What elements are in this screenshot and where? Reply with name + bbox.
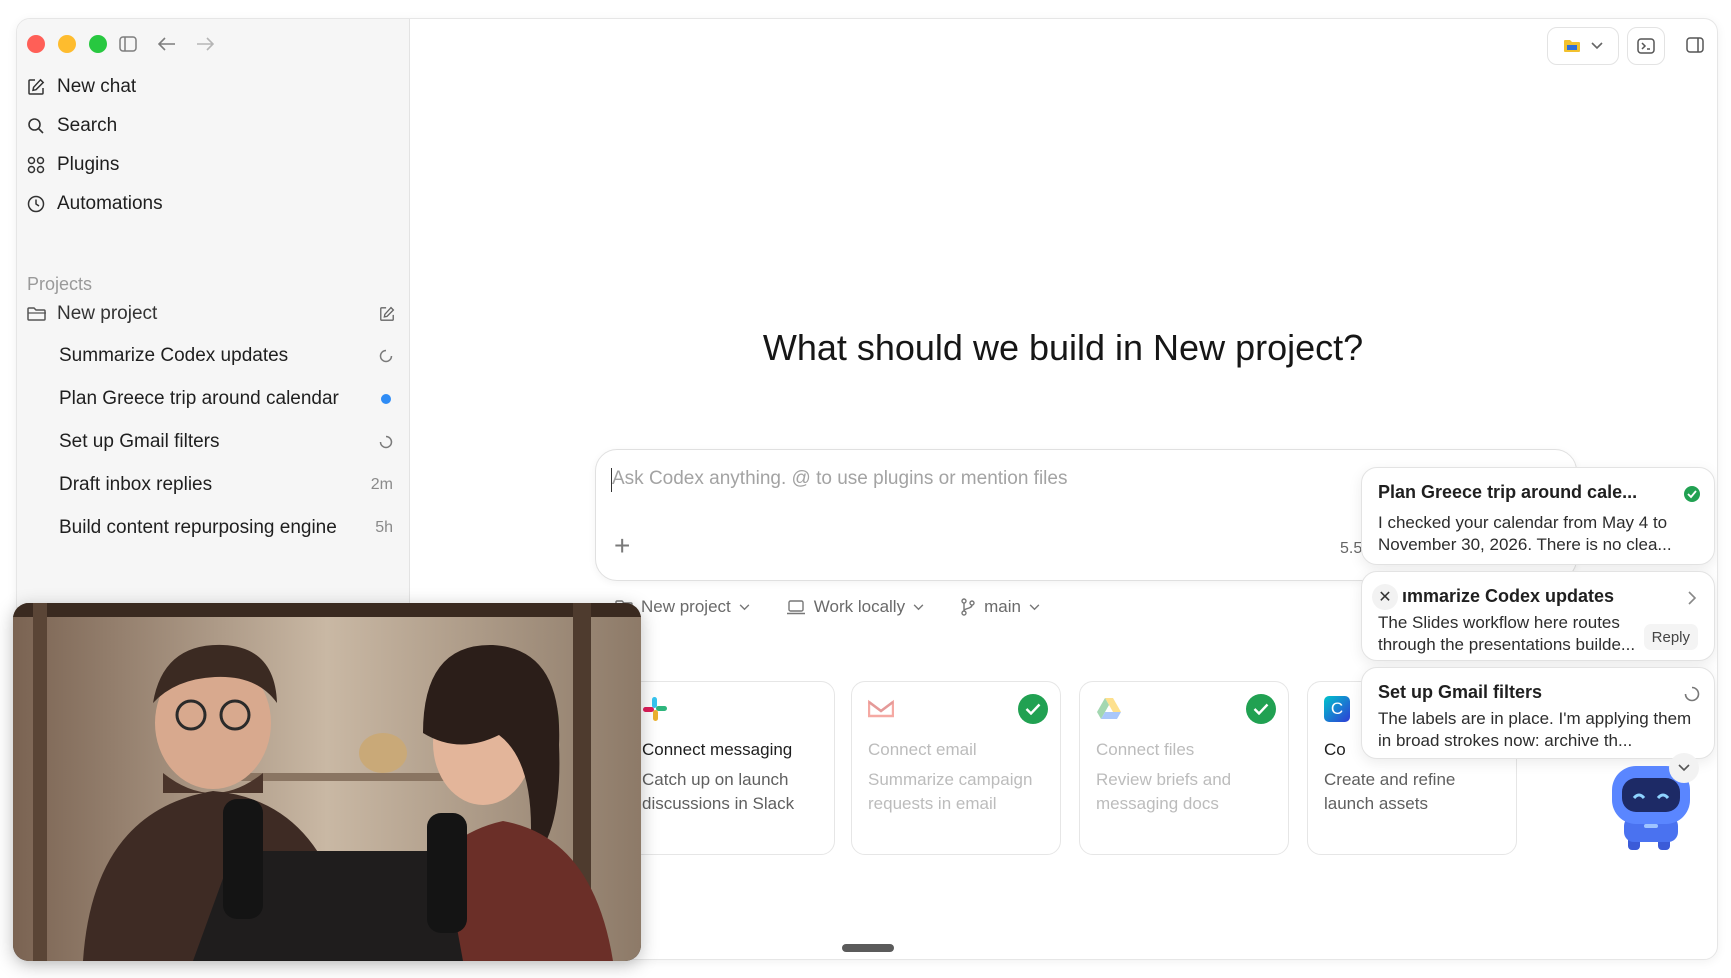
- thread-title: Set up Gmail filters: [59, 431, 220, 452]
- chevron-down-icon: [1678, 764, 1690, 772]
- search-icon: [28, 118, 44, 134]
- mode-selector-label: Work locally: [813, 597, 906, 616]
- model-selector[interactable]: 5.5: [1340, 540, 1362, 558]
- prompt-input[interactable]: [612, 468, 1412, 490]
- collapse-chevron-button[interactable]: [1669, 753, 1699, 783]
- gmail-icon: [868, 699, 894, 718]
- canva-icon: C: [1324, 696, 1350, 722]
- card-title: Connect files: [1096, 740, 1195, 759]
- card-title: Connect messaging: [642, 740, 793, 759]
- add-attachment-button[interactable]: +: [614, 530, 630, 562]
- webcam-scene-image: [13, 603, 641, 961]
- connect-email-card[interactable]: Connect email Summarize campaign request…: [851, 681, 1061, 855]
- chevron-down-icon: [739, 603, 750, 610]
- composer-toolbar: New project Work locally main: [615, 597, 1076, 617]
- card-description: Review briefs and messaging docs: [1096, 770, 1232, 813]
- thread-item[interactable]: Draft inbox replies 2m: [59, 467, 393, 503]
- new-chat-button[interactable]: New chat: [27, 69, 397, 105]
- plugins-button[interactable]: Plugins: [27, 147, 397, 183]
- thread-item[interactable]: Build content repurposing engine 5h: [59, 510, 393, 546]
- forward-arrow-icon[interactable]: [193, 32, 217, 56]
- open-in-app-dropdown[interactable]: [1547, 27, 1619, 65]
- notification-body: I checked your calendar from May 4 to No…: [1378, 513, 1672, 554]
- plugins-icon: [27, 156, 45, 174]
- loading-spinner-icon: [379, 435, 393, 449]
- thread-time: 2m: [370, 476, 393, 493]
- notification-card[interactable]: ✕ ımmarize Codex updates The Slides work…: [1361, 571, 1715, 661]
- thread-item[interactable]: Set up Gmail filters: [59, 424, 393, 460]
- card-description: Summarize campaign requests in email: [868, 770, 1033, 813]
- plugins-label: Plugins: [57, 154, 120, 175]
- check-circle-icon: [1682, 484, 1702, 504]
- webcam-video-overlay: [13, 603, 641, 961]
- new-thread-compose-icon[interactable]: [379, 306, 395, 322]
- card-title: Co: [1324, 740, 1346, 759]
- project-selector-label: New project: [641, 597, 731, 616]
- notification-card[interactable]: Plan Greece trip around cale... I checke…: [1361, 467, 1715, 565]
- branch-selector-label: main: [984, 597, 1021, 616]
- connect-files-card[interactable]: Connect files Review briefs and messagin…: [1079, 681, 1289, 855]
- projects-section-label: Projects: [27, 274, 93, 294]
- drive-icon: [1097, 698, 1121, 719]
- loading-spinner-icon: [1682, 684, 1702, 704]
- notification-title: Set up Gmail filters: [1378, 682, 1543, 702]
- card-title: Connect email: [868, 740, 977, 759]
- chevron-right-icon[interactable]: [1682, 588, 1702, 608]
- thread-title: Draft inbox replies: [59, 474, 213, 495]
- automations-label: Automations: [57, 193, 163, 214]
- project-new-project[interactable]: New project: [27, 296, 397, 332]
- notification-card[interactable]: Set up Gmail filters The labels are in p…: [1361, 667, 1715, 759]
- thread-time: 5h: [375, 519, 393, 536]
- chevron-down-icon: [913, 603, 924, 610]
- project-label: New project: [57, 303, 158, 324]
- card-description: Catch up on launch discussions in Slack: [642, 770, 795, 813]
- chevron-down-icon: [1591, 42, 1603, 50]
- chevron-down-icon: [1029, 603, 1040, 610]
- laptop-icon: [786, 599, 805, 614]
- connect-messaging-card[interactable]: Connect messaging Catch up on launch dis…: [625, 681, 835, 855]
- slack-icon: [643, 697, 667, 721]
- unread-dot-icon: [381, 394, 391, 404]
- panel-right-icon: [1686, 37, 1704, 53]
- check-circle-icon: [1018, 694, 1048, 724]
- sidebar-toggle-icon[interactable]: [116, 32, 140, 56]
- notification-title: Plan Greece trip around cale...: [1378, 482, 1638, 502]
- folder-icon: [27, 307, 46, 321]
- zoom-window-button[interactable]: [89, 35, 107, 53]
- terminal-button[interactable]: [1627, 27, 1665, 65]
- automations-button[interactable]: Automations: [27, 186, 397, 222]
- check-circle-icon: [1246, 694, 1276, 724]
- notification-body: The Slides workflow here routes through …: [1378, 613, 1636, 654]
- clock-icon: [27, 195, 45, 213]
- close-icon[interactable]: ✕: [1372, 584, 1398, 610]
- thread-title: Build content repurposing engine: [59, 517, 337, 538]
- terminal-icon: [1637, 38, 1655, 54]
- search-label: Search: [57, 115, 118, 136]
- back-arrow-icon[interactable]: [155, 32, 179, 56]
- compose-icon: [28, 78, 45, 95]
- reply-button[interactable]: Reply: [1643, 624, 1698, 650]
- git-branch-icon: [961, 598, 975, 616]
- thread-item[interactable]: Plan Greece trip around calendar: [59, 381, 393, 417]
- notification-body: The labels are in place. I'm applying th…: [1378, 709, 1692, 750]
- branch-selector[interactable]: main: [960, 597, 1048, 617]
- right-panel-toggle[interactable]: [1677, 27, 1713, 63]
- mode-selector[interactable]: Work locally: [786, 597, 932, 617]
- thread-title: Plan Greece trip around calendar: [59, 388, 339, 409]
- close-window-button[interactable]: [27, 35, 45, 53]
- minimize-window-button[interactable]: [58, 35, 76, 53]
- card-description: Create and refine launch assets: [1324, 770, 1456, 813]
- search-button[interactable]: Search: [27, 108, 397, 144]
- notification-title: ımmarize Codex updates: [1402, 586, 1615, 606]
- page-title: What should we build in New project?: [762, 327, 1364, 368]
- new-chat-label: New chat: [57, 76, 137, 97]
- thread-item[interactable]: Summarize Codex updates: [59, 338, 393, 374]
- scroll-handle[interactable]: [842, 944, 894, 952]
- loading-spinner-icon: [379, 349, 393, 363]
- thread-title: Summarize Codex updates: [59, 345, 289, 366]
- folder-app-icon: [1564, 40, 1580, 52]
